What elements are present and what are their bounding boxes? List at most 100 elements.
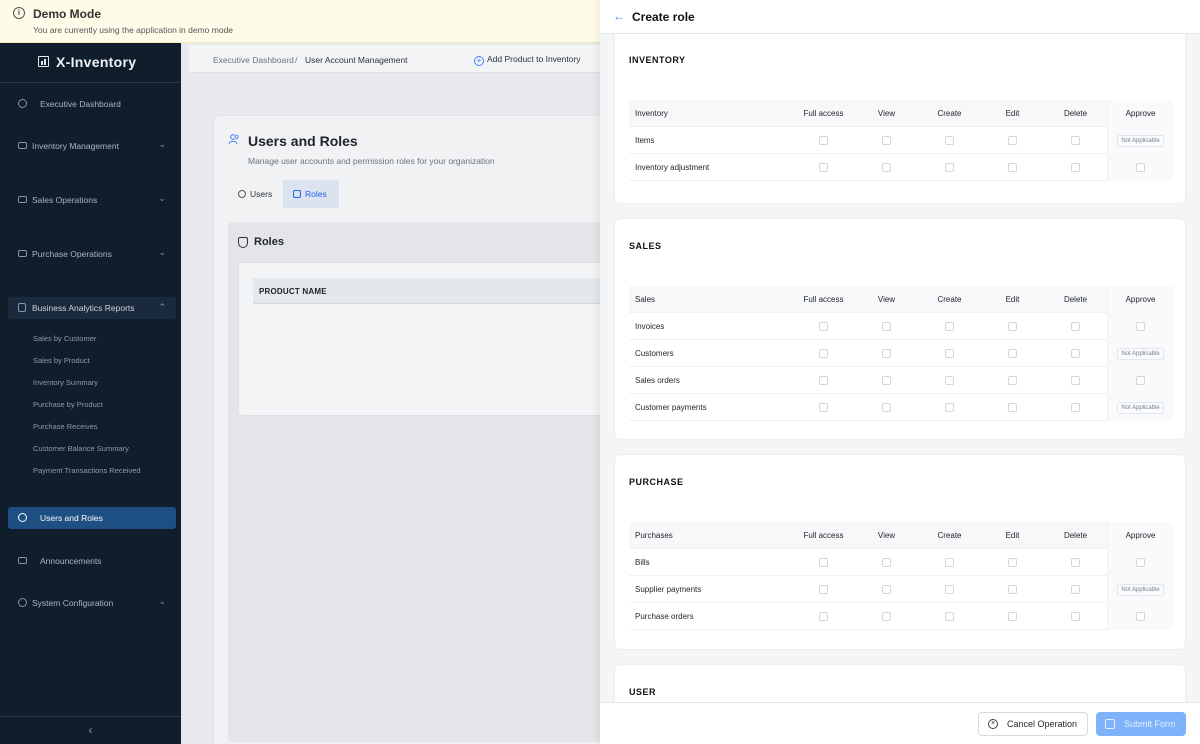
view-checkbox[interactable] [882,612,891,622]
edit-checkbox[interactable] [1008,612,1017,622]
submit-form-button[interactable]: Submit Form [1096,712,1186,736]
package-icon [18,142,27,149]
bag-icon [18,250,27,257]
full-access-checkbox[interactable] [819,136,828,146]
collapse-sidebar-button[interactable]: ‹ [0,716,181,744]
sidebar-item-announcements[interactable]: Announcements [8,550,176,572]
drawer-header: ← Create role [600,0,1200,34]
edit-checkbox[interactable] [1008,349,1017,359]
edit-checkbox[interactable] [1008,322,1017,332]
approve-checkbox[interactable] [1136,376,1145,386]
breadcrumb-executive-dashboard[interactable]: Executive Dashboard [213,55,294,65]
sidebar-item-executive-dashboard[interactable]: Executive Dashboard [8,93,176,115]
edit-checkbox[interactable] [1008,376,1017,386]
sidebar-subitem[interactable]: Customer Balance Summary [33,444,129,453]
sidebar-item-business-analytics-reports[interactable]: Business Analytics Reports ⌃ [8,297,176,319]
view-checkbox[interactable] [882,163,891,173]
view-checkbox[interactable] [882,136,891,146]
back-arrow-icon[interactable]: ← [613,9,625,23]
drawer-footer: × Cancel Operation Submit Form [600,702,1200,744]
sidebar-subitem[interactable]: Payment Transactions Received [33,466,141,475]
row-label: Items [635,136,655,145]
delete-checkbox[interactable] [1071,163,1080,173]
sidebar-item-label: Announcements [40,556,102,566]
full-access-checkbox[interactable] [819,322,828,332]
approve-checkbox[interactable] [1136,163,1145,173]
header-create: Create [937,109,962,118]
edit-checkbox[interactable] [1008,558,1017,568]
view-checkbox[interactable] [882,558,891,568]
full-access-checkbox[interactable] [819,558,828,568]
full-access-checkbox[interactable] [819,349,828,359]
section-title: INVENTORY [629,55,686,65]
tab-users[interactable]: Users [228,180,284,208]
row-label: Customers [635,349,674,358]
delete-checkbox[interactable] [1071,376,1080,386]
delete-checkbox[interactable] [1071,136,1080,146]
create-checkbox[interactable] [945,322,954,332]
sidebar-item-inventory-management[interactable]: Inventory Management ⌄ [8,135,176,157]
sidebar-subitem[interactable]: Purchase Receives [33,422,98,431]
sidebar-item-label: Business Analytics Reports [32,303,135,313]
full-access-checkbox[interactable] [819,376,828,386]
view-checkbox[interactable] [882,403,891,413]
create-checkbox[interactable] [945,163,954,173]
delete-checkbox[interactable] [1071,612,1080,622]
delete-checkbox[interactable] [1071,403,1080,413]
create-checkbox[interactable] [945,349,954,359]
create-checkbox[interactable] [945,403,954,413]
approve-checkbox[interactable] [1136,558,1145,568]
view-checkbox[interactable] [882,376,891,386]
header-approve: Approve [1107,522,1173,549]
tab-roles[interactable]: Roles [283,180,339,208]
column-header-product-name[interactable]: PRODUCT NAME [259,287,327,296]
plus-icon: + [474,56,484,66]
section-title: USER [629,687,657,697]
brand[interactable]: X-Inventory [0,43,181,83]
approve-checkbox[interactable] [1136,612,1145,622]
sidebar-subitem[interactable]: Purchase by Product [33,400,103,409]
chevron-up-icon: ⌃ [158,302,166,312]
row-label: Supplier payments [635,585,702,594]
create-checkbox[interactable] [945,558,954,568]
roles-table: PRODUCT NAME [238,262,615,416]
sidebar-item-label: Inventory Management [32,141,119,151]
table-row: Invoices [629,313,1173,340]
sidebar-item-sales-operations[interactable]: Sales Operations ⌄ [8,189,176,211]
create-checkbox[interactable] [945,136,954,146]
delete-checkbox[interactable] [1071,585,1080,595]
create-role-drawer: ← Create role INVENTORY Inventory Full a… [600,0,1200,744]
sidebar-item-purchase-operations[interactable]: Purchase Operations ⌄ [8,243,176,265]
create-checkbox[interactable] [945,612,954,622]
not-applicable-badge: Not Applicable [1117,347,1164,360]
cancel-operation-button[interactable]: × Cancel Operation [978,712,1088,736]
sidebar-item-system-configuration[interactable]: System Configuration ⌄ [8,592,176,614]
section-title: PURCHASE [629,477,684,487]
full-access-checkbox[interactable] [819,163,828,173]
create-checkbox[interactable] [945,585,954,595]
sidebar-subitem[interactable]: Sales by Customer [33,334,96,343]
sidebar-subitem[interactable]: Sales by Product [33,356,90,365]
full-access-checkbox[interactable] [819,403,828,413]
edit-checkbox[interactable] [1008,136,1017,146]
view-checkbox[interactable] [882,349,891,359]
view-checkbox[interactable] [882,322,891,332]
delete-checkbox[interactable] [1071,322,1080,332]
create-checkbox[interactable] [945,376,954,386]
header-full-access: Full access [803,531,844,540]
full-access-checkbox[interactable] [819,612,828,622]
sidebar-subitem[interactable]: Inventory Summary [33,378,98,387]
drawer-title: Create role [632,10,695,24]
edit-checkbox[interactable] [1008,403,1017,413]
view-checkbox[interactable] [882,585,891,595]
delete-checkbox[interactable] [1071,558,1080,568]
add-product-button[interactable]: + Add Product to Inventory [474,54,581,66]
user-icon [238,190,246,198]
header-view: View [877,531,896,540]
edit-checkbox[interactable] [1008,163,1017,173]
sidebar-item-users-and-roles[interactable]: Users and Roles [8,507,176,529]
full-access-checkbox[interactable] [819,585,828,595]
edit-checkbox[interactable] [1008,585,1017,595]
approve-checkbox[interactable] [1136,322,1145,332]
delete-checkbox[interactable] [1071,349,1080,359]
